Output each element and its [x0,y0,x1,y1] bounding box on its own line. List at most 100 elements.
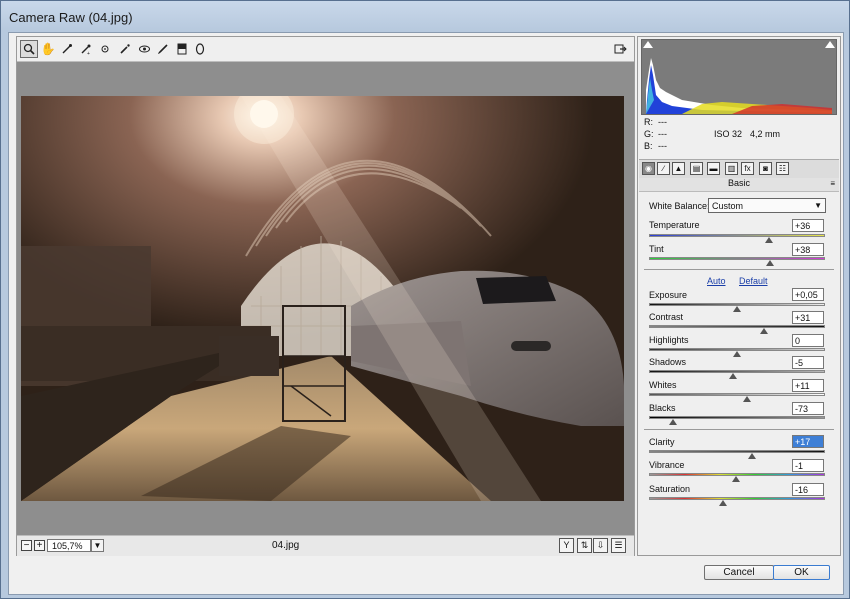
svg-text:+: + [87,51,90,55]
panel-menu-icon[interactable]: ≡ [830,179,835,188]
g-label: G: [644,129,654,139]
highlights-thumb[interactable] [733,351,741,357]
contrast-field[interactable]: +31 [792,311,824,324]
highlights-field[interactable]: 0 [792,334,824,347]
temperature-field[interactable]: +36 [792,219,824,232]
shadows-slider[interactable] [649,370,825,373]
tone-curve-tab-icon[interactable]: ∕ [657,162,670,175]
panel-title: Basic ≡ [639,178,839,192]
graduated-filter-tool-icon[interactable] [173,40,191,58]
b-label: B: [644,141,653,151]
vibrance-label: Vibrance [649,460,685,470]
vibrance-thumb[interactable] [732,476,741,482]
clarity-field[interactable]: +17 [792,435,824,448]
white-balance-value: Custom [712,201,744,211]
targeted-adjustment-tool-icon[interactable] [96,40,114,58]
adjustments-panel: R: --- G: --- B: --- ISO 32 4,2 mm ◉ ∕ ▲… [637,36,841,556]
adjustment-brush-tool-icon[interactable] [154,40,172,58]
highlight-clipping-warning-icon[interactable] [825,41,835,48]
zoom-level-field[interactable]: 105,7% [47,539,91,552]
tint-field[interactable]: +38 [792,243,824,256]
zoom-in-button[interactable]: + [34,540,45,551]
whites-thumb[interactable] [742,396,751,402]
saturation-label: Saturation [649,484,691,494]
focal-length: 4,2 mm [750,129,781,139]
section-divider [644,269,834,270]
tint-thumb[interactable] [766,260,775,266]
file-name: 04.jpg [272,540,300,551]
preview-preferences-icon[interactable]: ☰ [611,538,626,553]
iso-value: ISO 32 [714,129,743,139]
whites-field[interactable]: +11 [792,379,824,392]
clarity-slider[interactable] [649,450,825,453]
status-bar: − + 105,7% ▼ 04.jpg Y ⇅ ⇩ ☰ [17,535,634,556]
white-balance-select[interactable]: Custom ▼ [708,198,826,213]
vibrance-field[interactable]: -1 [792,459,824,472]
camera-raw-window: Camera Raw (04.jpg) ✋ + − + 105,7% ▼ 04.… [0,0,850,599]
title-bar[interactable]: Camera Raw (04.jpg) [1,1,849,33]
g-value: --- [658,129,667,139]
pixel-readout: R: --- G: --- B: --- ISO 32 4,2 mm [638,117,840,157]
zoom-out-button[interactable]: − [21,540,32,551]
r-value: --- [658,117,667,127]
clarity-label: Clarity [649,437,675,447]
split-toning-tab-icon[interactable]: ▬ [707,162,720,175]
effects-tab-icon[interactable]: fx [741,162,754,175]
before-after-toggle-icon[interactable]: Y [559,538,574,553]
basic-panel-label: Basic [727,178,750,188]
temperature-slider[interactable] [649,234,825,237]
open-preferences-icon[interactable] [611,40,629,58]
whites-slider[interactable] [649,393,825,396]
window-title: Camera Raw (04.jpg) [9,10,133,25]
cancel-button[interactable]: Cancel [704,565,774,580]
auto-link[interactable]: Auto [707,276,726,286]
contrast-slider[interactable] [649,325,825,328]
saturation-thumb[interactable] [718,500,727,506]
detail-tab-icon[interactable]: ▲ [672,162,685,175]
temperature-thumb[interactable] [764,237,773,243]
r-label: R: [644,117,653,127]
blacks-field[interactable]: -73 [792,402,824,415]
zoom-dropdown-icon[interactable]: ▼ [91,539,104,552]
highlights-label: Highlights [649,335,689,345]
zoom-tool-icon[interactable] [20,40,38,58]
exposure-label: Exposure [649,290,688,300]
ok-button[interactable]: OK [773,565,830,580]
exposure-field[interactable]: +0,05 [792,288,824,301]
hand-tool-icon[interactable]: ✋ [39,40,57,58]
hsl-tab-icon[interactable]: ▤ [690,162,703,175]
radial-filter-tool-icon[interactable] [191,40,209,58]
shadows-field[interactable]: -5 [792,356,824,369]
panel-tabs: ◉ ∕ ▲ ▤ ▬ ▥ fx ◙ ☷ [639,159,839,179]
contrast-label: Contrast [649,312,684,322]
clarity-thumb[interactable] [747,453,756,459]
chevron-down-icon: ▼ [814,201,822,210]
swap-settings-icon[interactable]: ⇅ [577,538,592,553]
exposure-thumb[interactable] [733,306,741,312]
temperature-label: Temperature [649,220,700,230]
basic-tab-icon[interactable]: ◉ [642,162,655,175]
saturation-slider[interactable] [649,497,825,500]
tint-slider[interactable] [649,257,825,260]
contrast-thumb[interactable] [760,328,769,334]
saturation-field[interactable]: -16 [792,483,824,496]
red-eye-tool-icon[interactable] [135,40,153,58]
section-divider [644,429,834,430]
default-link[interactable]: Default [739,276,768,286]
spot-removal-tool-icon[interactable] [116,40,134,58]
white-balance-tool-icon[interactable] [58,40,76,58]
lens-corrections-tab-icon[interactable]: ▥ [725,162,738,175]
tint-label: Tint [649,244,664,254]
copy-settings-icon[interactable]: ⇩ [593,538,608,553]
preview-panel: ✋ + − + 105,7% ▼ 04.jpg Y ⇅ ⇩ ☰ [16,36,635,556]
preview-canvas[interactable] [17,62,634,535]
preview-image [21,96,624,501]
blacks-thumb[interactable] [668,419,677,425]
shadows-thumb[interactable] [728,373,737,379]
histogram [641,39,837,115]
camera-calibration-tab-icon[interactable]: ◙ [759,162,772,175]
color-sampler-tool-icon[interactable]: + [77,40,95,58]
presets-tab-icon[interactable]: ☷ [776,162,789,175]
shadow-clipping-warning-icon[interactable] [643,41,653,48]
blacks-label: Blacks [649,403,676,413]
